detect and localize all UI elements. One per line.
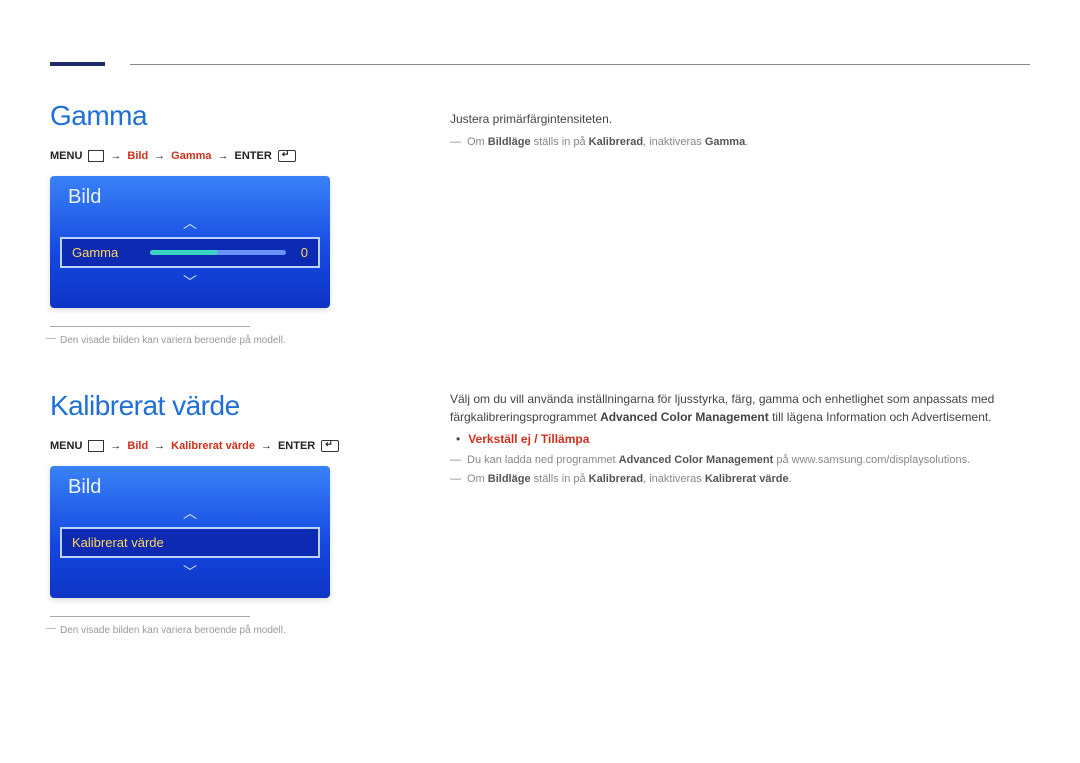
osd-row-gamma[interactable]: Gamma 0	[60, 237, 320, 268]
menu-icon	[88, 440, 104, 452]
arrow-icon: →	[218, 150, 229, 162]
menu-label: MENU	[50, 440, 82, 452]
chevron-down-icon[interactable]: ﹀	[50, 274, 330, 290]
header-accent-bar	[50, 62, 105, 66]
chevron-down-icon[interactable]: ﹀	[50, 564, 330, 580]
note-text: Du kan ladda ned programmet Advanced Col…	[467, 452, 970, 470]
page-content: Gamma MENU → Bild → Gamma → ENTER Bild ︿…	[50, 100, 1030, 636]
note-line: ― Du kan ladda ned programmet Advanced C…	[450, 452, 1030, 470]
dash-icon: ―	[450, 471, 461, 489]
kalibrerat-section: Kalibrerat värde MENU → Bild → Kalibrera…	[50, 390, 390, 636]
path-segment: Bild	[127, 150, 148, 162]
gamma-slider[interactable]	[150, 250, 286, 255]
osd-row-kalibrerat[interactable]: Kalibrerat värde	[60, 527, 320, 558]
option-values: Verkställ ej / Tillämpa	[468, 432, 589, 446]
body-text: Välj om du vill använda inställningarna …	[450, 390, 1030, 426]
note-text: Om Bildläge ställs in på Kalibrerad, ina…	[467, 134, 748, 152]
dash-icon: ―	[450, 134, 461, 152]
left-column: Gamma MENU → Bild → Gamma → ENTER Bild ︿…	[50, 100, 390, 636]
dash-icon: ―	[450, 452, 461, 470]
chevron-up-icon[interactable]: ︿	[50, 505, 330, 521]
arrow-icon: →	[110, 440, 121, 452]
menu-label: MENU	[50, 150, 82, 162]
header-rule	[130, 64, 1030, 65]
body-text: Justera primärfärgintensiteten.	[450, 110, 1030, 128]
note-text: Om Bildläge ställs in på Kalibrerad, ina…	[467, 471, 792, 489]
divider	[50, 616, 250, 617]
divider	[50, 326, 250, 327]
enter-icon	[321, 440, 339, 452]
osd-row-label: Gamma	[72, 245, 142, 260]
path-segment: Gamma	[171, 150, 211, 162]
bullet-icon: •	[456, 432, 460, 446]
osd-row-value: 0	[294, 245, 308, 260]
section-title-gamma: Gamma	[50, 100, 390, 132]
note-line: ― Om Bildläge ställs in på Kalibrerad, i…	[450, 134, 1030, 152]
osd-title: Bild	[50, 176, 330, 215]
footnote: Den visade bilden kan variera beroende p…	[50, 335, 390, 346]
kalibrerat-description: Välj om du vill använda inställningarna …	[450, 390, 1030, 489]
menu-path-kalibrerat: MENU → Bild → Kalibrerat värde → ENTER	[50, 440, 390, 452]
bullet-line: • Verkställ ej / Tillämpa	[456, 432, 1030, 446]
path-segment: Bild	[127, 440, 148, 452]
section-title-kalibrerat: Kalibrerat värde	[50, 390, 390, 422]
gamma-section: Gamma MENU → Bild → Gamma → ENTER Bild ︿…	[50, 100, 390, 346]
arrow-icon: →	[154, 150, 165, 162]
enter-label: ENTER	[235, 150, 272, 162]
right-column: Justera primärfärgintensiteten. ― Om Bil…	[450, 100, 1030, 636]
chevron-up-icon[interactable]: ︿	[50, 215, 330, 231]
osd-title: Bild	[50, 466, 330, 505]
arrow-icon: →	[261, 440, 272, 452]
enter-label: ENTER	[278, 440, 315, 452]
menu-icon	[88, 150, 104, 162]
gamma-description: Justera primärfärgintensiteten. ― Om Bil…	[450, 110, 1030, 152]
osd-row-label: Kalibrerat värde	[72, 535, 308, 550]
path-segment: Kalibrerat värde	[171, 440, 255, 452]
enter-icon	[278, 150, 296, 162]
osd-panel-kalibrerat: Bild ︿ Kalibrerat värde ﹀	[50, 466, 330, 598]
osd-panel-gamma: Bild ︿ Gamma 0 ﹀	[50, 176, 330, 308]
menu-path-gamma: MENU → Bild → Gamma → ENTER	[50, 150, 390, 162]
note-line: ― Om Bildläge ställs in på Kalibrerad, i…	[450, 471, 1030, 489]
arrow-icon: →	[154, 440, 165, 452]
footnote: Den visade bilden kan variera beroende p…	[50, 625, 390, 636]
slider-fill	[150, 250, 218, 255]
arrow-icon: →	[110, 150, 121, 162]
